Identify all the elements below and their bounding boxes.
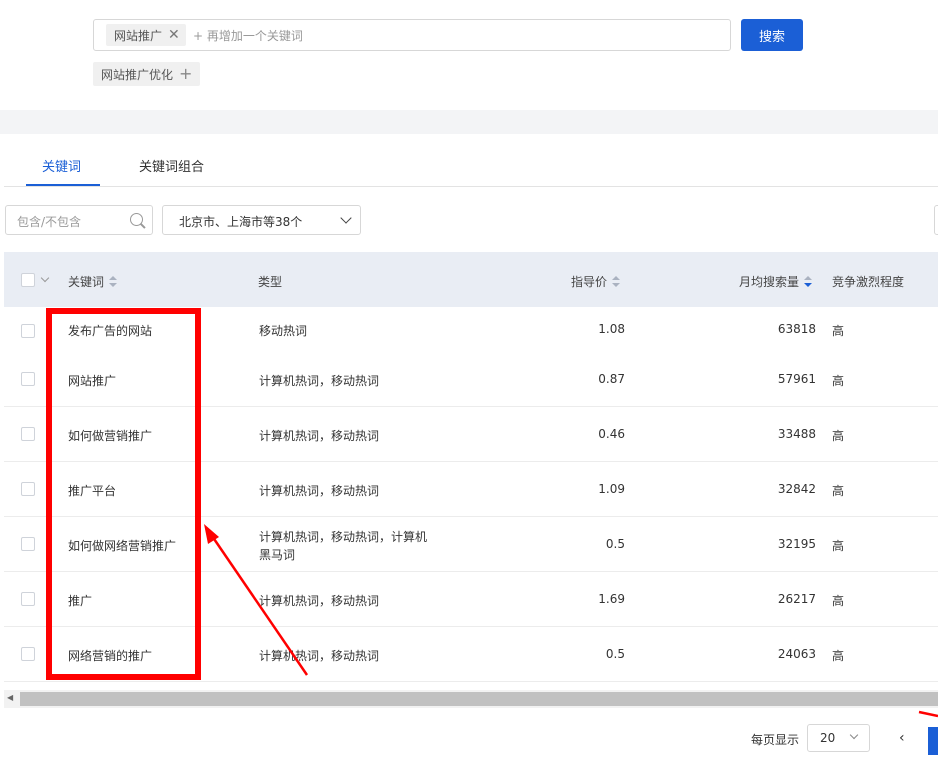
annotation-arrow-line (918, 710, 938, 718)
annotation-arrow-line (208, 532, 309, 676)
annotation-arrows (204, 524, 938, 718)
